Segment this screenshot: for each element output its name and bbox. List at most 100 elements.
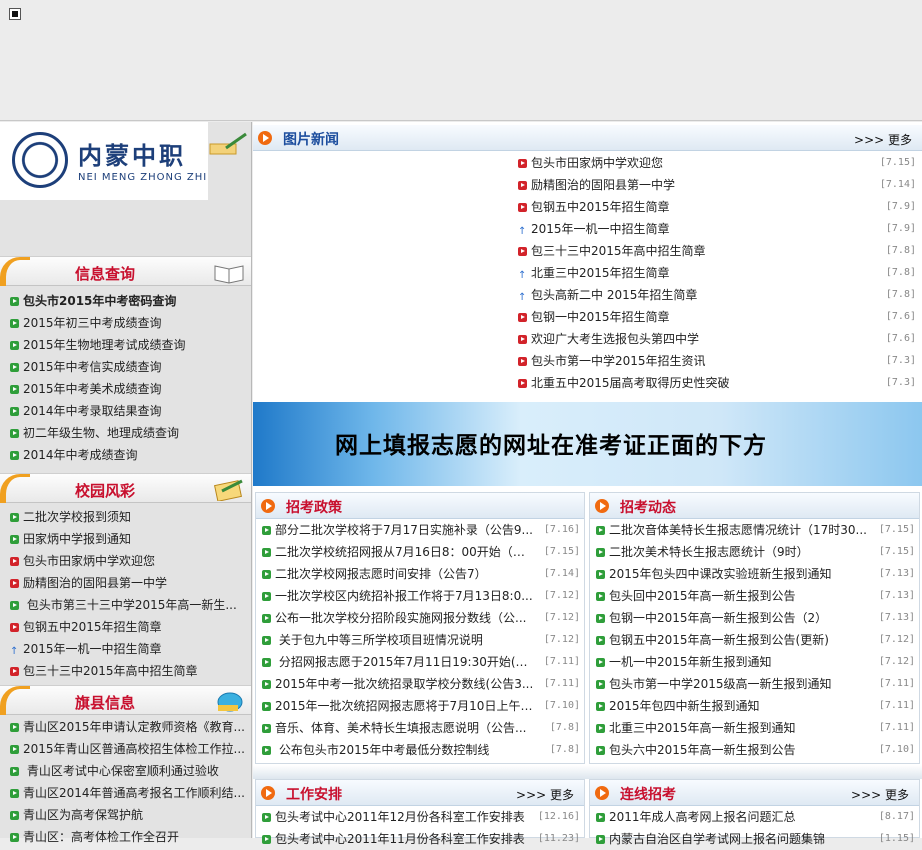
list-item[interactable]: 包钢五中2015年招生简章 [7.9] <box>512 196 920 218</box>
list-item[interactable]: 励精图治的固阳县第一中学 [7.14] <box>512 174 920 196</box>
list-item-link[interactable]: 音乐、体育、美术特长生填报志愿说明（公告... <box>275 721 526 735</box>
list-item-link[interactable]: 包钢五中2015年高一新生报到公告(更新) <box>609 633 829 647</box>
list-item-link[interactable]: 关于包九中等三所学校项目班情况说明 <box>275 633 483 647</box>
list-item[interactable]: 青山区考试中心保密室顺利通过验收 <box>0 760 251 782</box>
list-item-link[interactable]: 包钢一中2015年招生简章 <box>531 310 670 324</box>
list-item[interactable]: 青山区2014年普通高考报名工作顺利结... <box>0 782 251 804</box>
list-item-link[interactable]: 2015年包头四中课改实验班新生报到通知 <box>609 567 832 581</box>
list-item-link[interactable]: 二批次美术特长生报志愿统计（9时） <box>609 545 809 559</box>
list-item[interactable]: 一机一中2015年新生报到通知 [7.12] <box>590 651 919 673</box>
list-item[interactable]: 青山区：高考体检工作全召开 <box>0 826 251 848</box>
list-item[interactable]: 包三十三中2015年高中招生简章 <box>0 660 251 682</box>
list-item[interactable]: 2015年包四中新生报到通知 [7.11] <box>590 695 919 717</box>
list-item[interactable]: 包钢五中2015年招生简章 <box>0 616 251 638</box>
list-item[interactable]: 公布一批次学校分招阶段实施网报分数线（公... [7.12] <box>256 607 584 629</box>
list-item-link[interactable]: 青山区2014年普通高考报名工作顺利结... <box>23 786 245 800</box>
list-item-link[interactable]: 2015年一机一中招生简章 <box>23 642 162 656</box>
list-item[interactable]: 2015年中考一批次统招录取学校分数线(公告3... [7.11] <box>256 673 584 695</box>
list-item-link[interactable]: 包三十三中2015年高中招生简章 <box>531 244 706 258</box>
list-item-link[interactable]: 欢迎广大考生选报包头第四中学 <box>531 332 699 346</box>
list-item-link[interactable]: 分招网报志愿于2015年7月11日19:30开始(公告... <box>275 655 551 669</box>
list-item[interactable]: 包钢一中2015年高一新生报到公告（2） [7.13] <box>590 607 919 629</box>
window-icon[interactable] <box>9 8 21 20</box>
list-item-link[interactable]: 青山区：高考体检工作全召开 <box>23 830 179 844</box>
list-item-link[interactable]: 二批次学校统招网报从7月16日8：00开始（公... <box>275 545 536 559</box>
list-item[interactable]: 包头市田家炳中学欢迎您 [7.15] <box>512 152 920 174</box>
list-item-link[interactable]: 初二年级生物、地理成绩查询 <box>23 426 179 440</box>
list-item[interactable]: 2015年中考信实成绩查询 <box>0 356 251 378</box>
list-item[interactable]: 包头市2015年中考密码查询 <box>0 290 251 312</box>
work-more-link[interactable]: >>> 更多 <box>516 786 574 803</box>
list-item[interactable]: 田家炳中学报到通知 <box>0 528 251 550</box>
list-item[interactable]: 包头市田家炳中学欢迎您 <box>0 550 251 572</box>
list-item-link[interactable]: 公布一批次学校分招阶段实施网报分数线（公... <box>275 611 526 625</box>
list-item-link[interactable]: 2015年中考信实成绩查询 <box>23 360 162 374</box>
picture-news-image-area[interactable] <box>253 152 512 396</box>
site-logo[interactable]: 内蒙中职 NEI MENG ZHONG ZHI <box>0 122 208 200</box>
list-item-link[interactable]: 包三十三中2015年高中招生简章 <box>23 664 198 678</box>
list-item-link[interactable]: 青山区考试中心保密室顺利通过验收 <box>23 764 219 778</box>
list-item[interactable]: 分招网报志愿于2015年7月11日19:30开始(公告... [7.11] <box>256 651 584 673</box>
list-item-link[interactable]: 公布包头市2015年中考最低分数控制线 <box>275 743 490 757</box>
list-item[interactable]: 包头市第一中学2015级高一新生报到通知 [7.11] <box>590 673 919 695</box>
list-item[interactable]: 2015年生物地理考试成绩查询 <box>0 334 251 356</box>
list-item-link[interactable]: 北重三中2015年招生简章 <box>531 266 670 280</box>
list-item[interactable]: 包钢一中2015年招生简章 [7.6] <box>512 306 920 328</box>
list-item[interactable]: 北重五中2015届高考取得历史性突破 [7.3] <box>512 372 920 394</box>
list-item-link[interactable]: 包头市第一中学2015年招生资讯 <box>531 354 706 368</box>
list-item[interactable]: 音乐、体育、美术特长生填报志愿说明（公告... [7.8] <box>256 717 584 739</box>
picture-news-more-link[interactable]: >>> 更多 <box>854 131 912 148</box>
list-item[interactable]: 二批次音体美特长生报志愿情况统计（17时30... [7.15] <box>590 519 919 541</box>
list-item-link[interactable]: 2015年青山区普通高校招生体检工作拉... <box>23 742 245 756</box>
list-item[interactable]: 二批次学校统招网报从7月16日8：00开始（公... [7.15] <box>256 541 584 563</box>
list-item-link[interactable]: 包钢五中2015年招生简章 <box>531 200 670 214</box>
list-item[interactable]: 包头市第一中学2015年招生资讯 [7.3] <box>512 350 920 372</box>
list-item-link[interactable]: 北重五中2015届高考取得历史性突破 <box>531 376 730 390</box>
list-item[interactable]: 包钢五中2015年高一新生报到公告(更新) [7.12] <box>590 629 919 651</box>
list-item-link[interactable]: 二批次学校报到须知 <box>23 510 131 524</box>
list-item[interactable]: 二批次美术特长生报志愿统计（9时） [7.15] <box>590 541 919 563</box>
list-item-link[interactable]: 青山区2015年申请认定教师资格《教育... <box>23 720 245 734</box>
list-item-link[interactable]: 包钢五中2015年招生简章 <box>23 620 162 634</box>
list-item[interactable]: 关于包九中等三所学校项目班情况说明 [7.12] <box>256 629 584 651</box>
list-item[interactable]: 2015年初三中考成绩查询 <box>0 312 251 334</box>
list-item-link[interactable]: 2014年中考录取结果查询 <box>23 404 162 418</box>
list-item-link[interactable]: 包头回中2015年高一新生报到公告 <box>609 589 796 603</box>
list-item[interactable]: 一批次学校区内统招补报工作将于7月13日8:0... [7.12] <box>256 585 584 607</box>
list-item[interactable]: 2015年一批次统招网报志愿将于7月10日上午8... [7.10] <box>256 695 584 717</box>
list-item-link[interactable]: 2015年初三中考成绩查询 <box>23 316 162 330</box>
list-item[interactable]: 内蒙古自治区自学考试网上报名问题集锦 [1.15] <box>590 828 919 850</box>
list-item-link[interactable]: 一批次学校区内统招补报工作将于7月13日8:0... <box>275 589 533 603</box>
list-item-link[interactable]: 2015年一批次统招网报志愿将于7月10日上午8... <box>275 699 540 713</box>
list-item[interactable]: 欢迎广大考生选报包头第四中学 [7.6] <box>512 328 920 350</box>
list-item[interactable]: 公布包头市2015年中考最低分数控制线 [7.8] <box>256 739 584 761</box>
list-item-link[interactable]: 2014年中考成绩查询 <box>23 448 138 462</box>
list-item-link[interactable]: 二批次音体美特长生报志愿情况统计（17时30... <box>609 523 867 537</box>
list-item[interactable]: ↑ 2015年一机一中招生简章 <box>0 638 251 660</box>
list-item[interactable]: 包头回中2015年高一新生报到公告 [7.13] <box>590 585 919 607</box>
list-item[interactable]: ↑ 2015年一机一中招生简章 [7.9] <box>512 218 920 240</box>
list-item[interactable]: 包头考试中心2011年12月份各科室工作安排表 [12.16] <box>256 806 584 828</box>
list-item-link[interactable]: 二批次学校网报志愿时间安排（公告7） <box>275 567 487 581</box>
list-item[interactable]: 部分二批次学校将于7月17日实施补录（公告9... [7.16] <box>256 519 584 541</box>
list-item-link[interactable]: 包头市第三十三中学2015年高一新生... <box>23 598 237 612</box>
list-item-link[interactable]: 2015年中考美术成绩查询 <box>23 382 162 396</box>
list-item[interactable]: 2014年中考录取结果查询 <box>0 400 251 422</box>
list-item-link[interactable]: 包钢一中2015年高一新生报到公告（2） <box>609 611 827 625</box>
list-item-link[interactable]: 部分二批次学校将于7月17日实施补录（公告9... <box>275 523 533 537</box>
list-item[interactable]: 二批次学校网报志愿时间安排（公告7） [7.14] <box>256 563 584 585</box>
list-item[interactable]: 北重三中2015年高一新生报到通知 [7.11] <box>590 717 919 739</box>
list-item-link[interactable]: 励精图治的固阳县第一中学 <box>531 178 675 192</box>
list-item-link[interactable]: 包头六中2015年高一新生报到公告 <box>609 743 796 757</box>
list-item-link[interactable]: 田家炳中学报到通知 <box>23 532 131 546</box>
list-item-link[interactable]: 北重三中2015年高一新生报到通知 <box>609 721 796 735</box>
list-item[interactable]: 2015年青山区普通高校招生体检工作拉... <box>0 738 251 760</box>
list-item-link[interactable]: 内蒙古自治区自学考试网上报名问题集锦 <box>609 832 825 846</box>
list-item-link[interactable]: 2011年成人高考网上报名问题汇总 <box>609 810 796 824</box>
list-item-link[interactable]: 包头市田家炳中学欢迎您 <box>531 156 663 170</box>
list-item-link[interactable]: 青山区为高考保驾护航 <box>23 808 143 822</box>
list-item[interactable]: 青山区为高考保驾护航 <box>0 804 251 826</box>
list-item-link[interactable]: 包头考试中心2011年12月份各科室工作安排表 <box>275 810 525 824</box>
list-item-link[interactable]: 包头市田家炳中学欢迎您 <box>23 554 155 568</box>
list-item[interactable]: 包头市第三十三中学2015年高一新生... <box>0 594 251 616</box>
